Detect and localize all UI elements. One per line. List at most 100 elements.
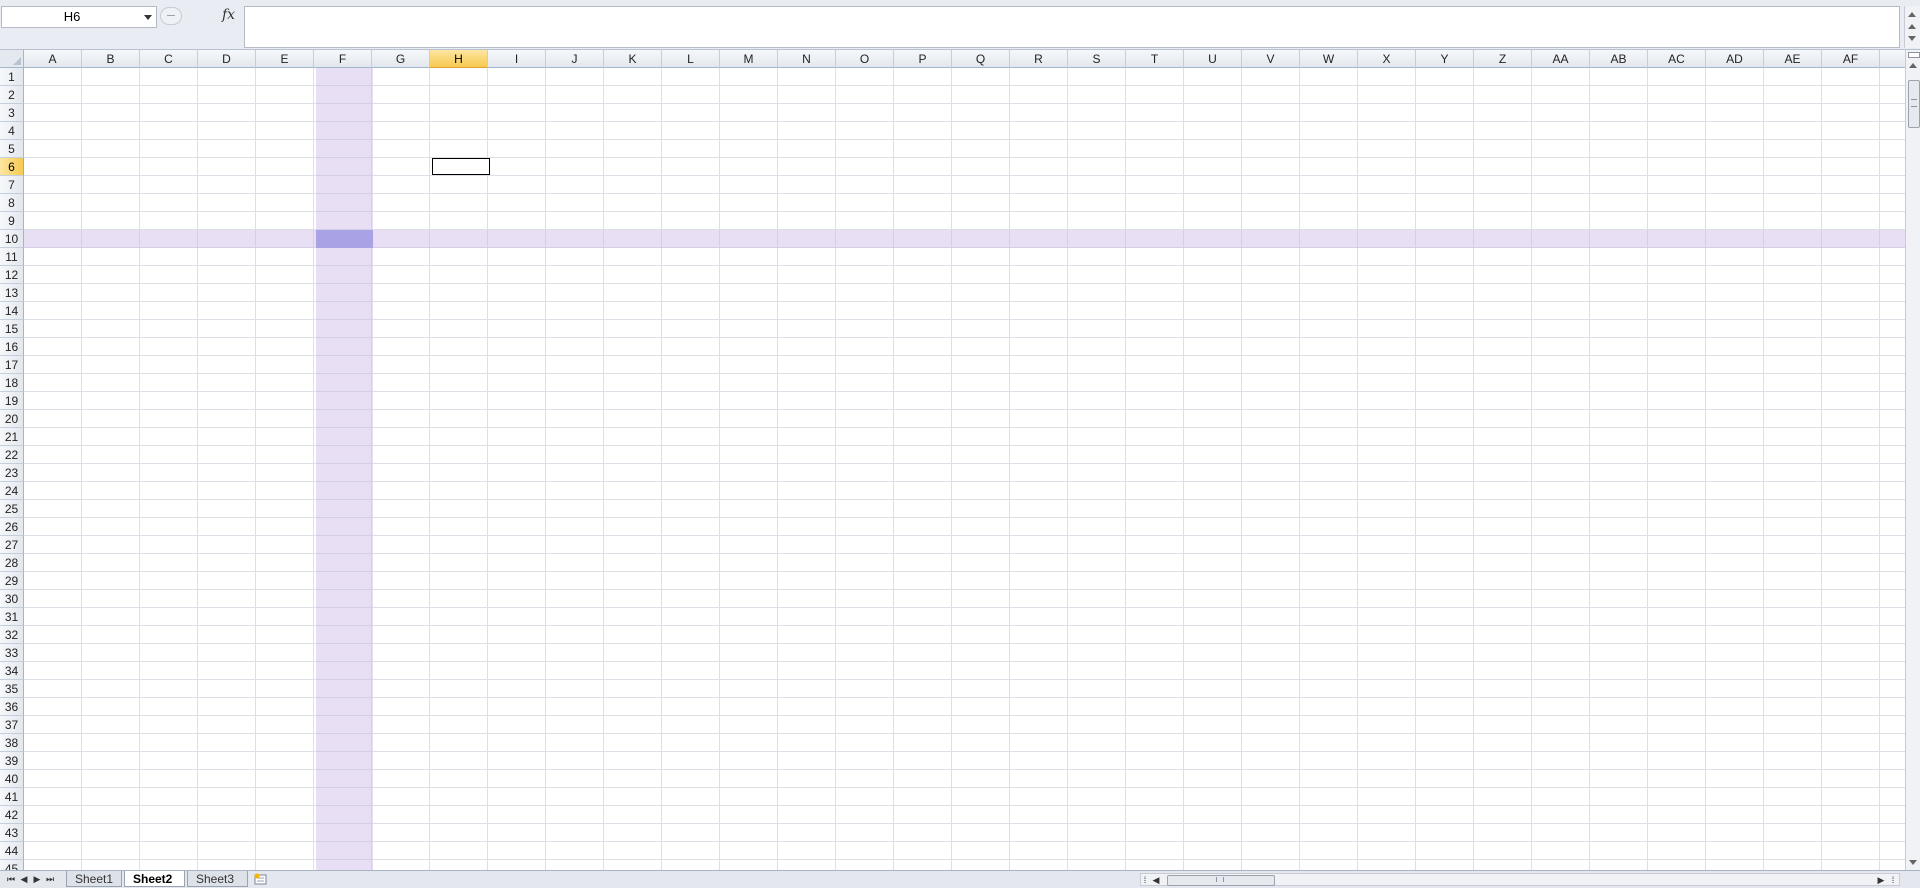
hsplit-handle[interactable]: ⁞ bbox=[1140, 875, 1150, 885]
row-header-17[interactable]: 17 bbox=[0, 356, 24, 374]
column-header-r[interactable]: R bbox=[1010, 50, 1068, 68]
row-header-4[interactable]: 4 bbox=[0, 122, 24, 140]
row-header-37[interactable]: 37 bbox=[0, 716, 24, 734]
row-header-23[interactable]: 23 bbox=[0, 464, 24, 482]
column-header-l[interactable]: L bbox=[662, 50, 720, 68]
formula-input[interactable] bbox=[244, 6, 1900, 48]
row-header-27[interactable]: 27 bbox=[0, 536, 24, 554]
scroll-up-icon[interactable] bbox=[1909, 63, 1917, 68]
prev-sheet-icon[interactable]: ◀ bbox=[19, 874, 29, 884]
vertical-scroll-thumb[interactable] bbox=[1908, 80, 1920, 128]
row-header-19[interactable]: 19 bbox=[0, 392, 24, 410]
row-header-40[interactable]: 40 bbox=[0, 770, 24, 788]
row-header-32[interactable]: 32 bbox=[0, 626, 24, 644]
column-header-z[interactable]: Z bbox=[1474, 50, 1532, 68]
cell-area[interactable] bbox=[24, 68, 1905, 870]
column-header-g[interactable]: G bbox=[372, 50, 430, 68]
column-header-ad[interactable]: AD bbox=[1706, 50, 1764, 68]
row-header-13[interactable]: 13 bbox=[0, 284, 24, 302]
column-header-o[interactable]: O bbox=[836, 50, 894, 68]
name-box-value[interactable]: H6 bbox=[2, 7, 142, 27]
vertical-scrollbar[interactable] bbox=[1905, 50, 1920, 870]
name-box[interactable]: H6 bbox=[1, 6, 157, 28]
scroll-up-icon[interactable] bbox=[1908, 12, 1916, 17]
row-header-10[interactable]: 10 bbox=[0, 230, 24, 248]
column-header-c[interactable]: C bbox=[140, 50, 198, 68]
column-header-m[interactable]: M bbox=[720, 50, 778, 68]
scroll-up-icon[interactable] bbox=[1908, 24, 1916, 29]
row-header-11[interactable]: 11 bbox=[0, 248, 24, 266]
row-header-38[interactable]: 38 bbox=[0, 734, 24, 752]
column-header-e[interactable]: E bbox=[256, 50, 314, 68]
row-header-33[interactable]: 33 bbox=[0, 644, 24, 662]
sheet-tab-sheet3[interactable]: Sheet3 bbox=[187, 871, 248, 887]
hsplit-handle-right[interactable]: ⁞ bbox=[1888, 875, 1898, 885]
column-header-ab[interactable]: AB bbox=[1590, 50, 1648, 68]
row-header-2[interactable]: 2 bbox=[0, 86, 24, 104]
worksheet-grid[interactable]: A B C D E F G H I J K L M N O P Q R S T U V W X Y Z AA AB AC AD AE AF 1… bbox=[0, 50, 1905, 870]
row-header-31[interactable]: 31 bbox=[0, 608, 24, 626]
row-header-15[interactable]: 15 bbox=[0, 320, 24, 338]
horizontal-scroll-thumb[interactable] bbox=[1167, 875, 1275, 886]
scroll-left-icon[interactable]: ◀ bbox=[1151, 875, 1161, 885]
column-header-f[interactable]: F bbox=[314, 50, 372, 68]
column-header-d[interactable]: D bbox=[198, 50, 256, 68]
highlight-intersection-cell[interactable] bbox=[316, 230, 373, 248]
column-header-y[interactable]: Y bbox=[1416, 50, 1474, 68]
row-header-42[interactable]: 42 bbox=[0, 806, 24, 824]
row-header-5[interactable]: 5 bbox=[0, 140, 24, 158]
sheet-tab-sheet1[interactable]: Sheet1 bbox=[66, 871, 122, 887]
row-header-6[interactable]: 6 bbox=[0, 158, 24, 176]
column-header-aa[interactable]: AA bbox=[1532, 50, 1590, 68]
column-header-s[interactable]: S bbox=[1068, 50, 1126, 68]
formula-bar-resize-handle[interactable] bbox=[160, 7, 182, 25]
row-header-41[interactable]: 41 bbox=[0, 788, 24, 806]
row-header-29[interactable]: 29 bbox=[0, 572, 24, 590]
column-header-w[interactable]: W bbox=[1300, 50, 1358, 68]
column-header-h[interactable]: H bbox=[430, 50, 488, 68]
column-header-p[interactable]: P bbox=[894, 50, 952, 68]
row-header-30[interactable]: 30 bbox=[0, 590, 24, 608]
row-header-28[interactable]: 28 bbox=[0, 554, 24, 572]
first-sheet-icon[interactable]: ⏮ bbox=[6, 874, 16, 884]
column-header-ac[interactable]: AC bbox=[1648, 50, 1706, 68]
scroll-down-icon[interactable] bbox=[1908, 36, 1916, 41]
horizontal-scrollbar[interactable]: ⁞ ◀ ▶ ⁞ bbox=[1140, 873, 1900, 886]
row-header-25[interactable]: 25 bbox=[0, 500, 24, 518]
insert-sheet-icon[interactable] bbox=[253, 873, 269, 885]
row-header-34[interactable]: 34 bbox=[0, 662, 24, 680]
row-header-36[interactable]: 36 bbox=[0, 698, 24, 716]
row-header-16[interactable]: 16 bbox=[0, 338, 24, 356]
column-header-ae[interactable]: AE bbox=[1764, 50, 1822, 68]
row-header-14[interactable]: 14 bbox=[0, 302, 24, 320]
row-header-3[interactable]: 3 bbox=[0, 104, 24, 122]
row-header-7[interactable]: 7 bbox=[0, 176, 24, 194]
insert-function-icon[interactable]: fx bbox=[222, 7, 235, 23]
row-header-39[interactable]: 39 bbox=[0, 752, 24, 770]
column-header-af[interactable]: AF bbox=[1822, 50, 1880, 68]
row-header-35[interactable]: 35 bbox=[0, 680, 24, 698]
row-header-26[interactable]: 26 bbox=[0, 518, 24, 536]
column-header-b[interactable]: B bbox=[82, 50, 140, 68]
name-box-dropdown-icon[interactable] bbox=[144, 15, 152, 20]
row-header-22[interactable]: 22 bbox=[0, 446, 24, 464]
row-header-9[interactable]: 9 bbox=[0, 212, 24, 230]
row-header-24[interactable]: 24 bbox=[0, 482, 24, 500]
column-header-x[interactable]: X bbox=[1358, 50, 1416, 68]
row-header-45[interactable]: 45 bbox=[0, 860, 24, 870]
sheet-tab-sheet2[interactable]: Sheet2 bbox=[124, 871, 185, 887]
row-header-43[interactable]: 43 bbox=[0, 824, 24, 842]
row-header-18[interactable]: 18 bbox=[0, 374, 24, 392]
column-header-k[interactable]: K bbox=[604, 50, 662, 68]
column-header-t[interactable]: T bbox=[1126, 50, 1184, 68]
formula-bar-scroll[interactable] bbox=[1904, 6, 1920, 48]
row-header-8[interactable]: 8 bbox=[0, 194, 24, 212]
select-all-button[interactable] bbox=[0, 50, 24, 68]
column-header-u[interactable]: U bbox=[1184, 50, 1242, 68]
column-header-n[interactable]: N bbox=[778, 50, 836, 68]
column-header-v[interactable]: V bbox=[1242, 50, 1300, 68]
scroll-down-icon[interactable] bbox=[1909, 860, 1917, 865]
column-header-j[interactable]: J bbox=[546, 50, 604, 68]
active-cell[interactable] bbox=[432, 158, 490, 175]
split-handle[interactable] bbox=[1908, 52, 1920, 58]
